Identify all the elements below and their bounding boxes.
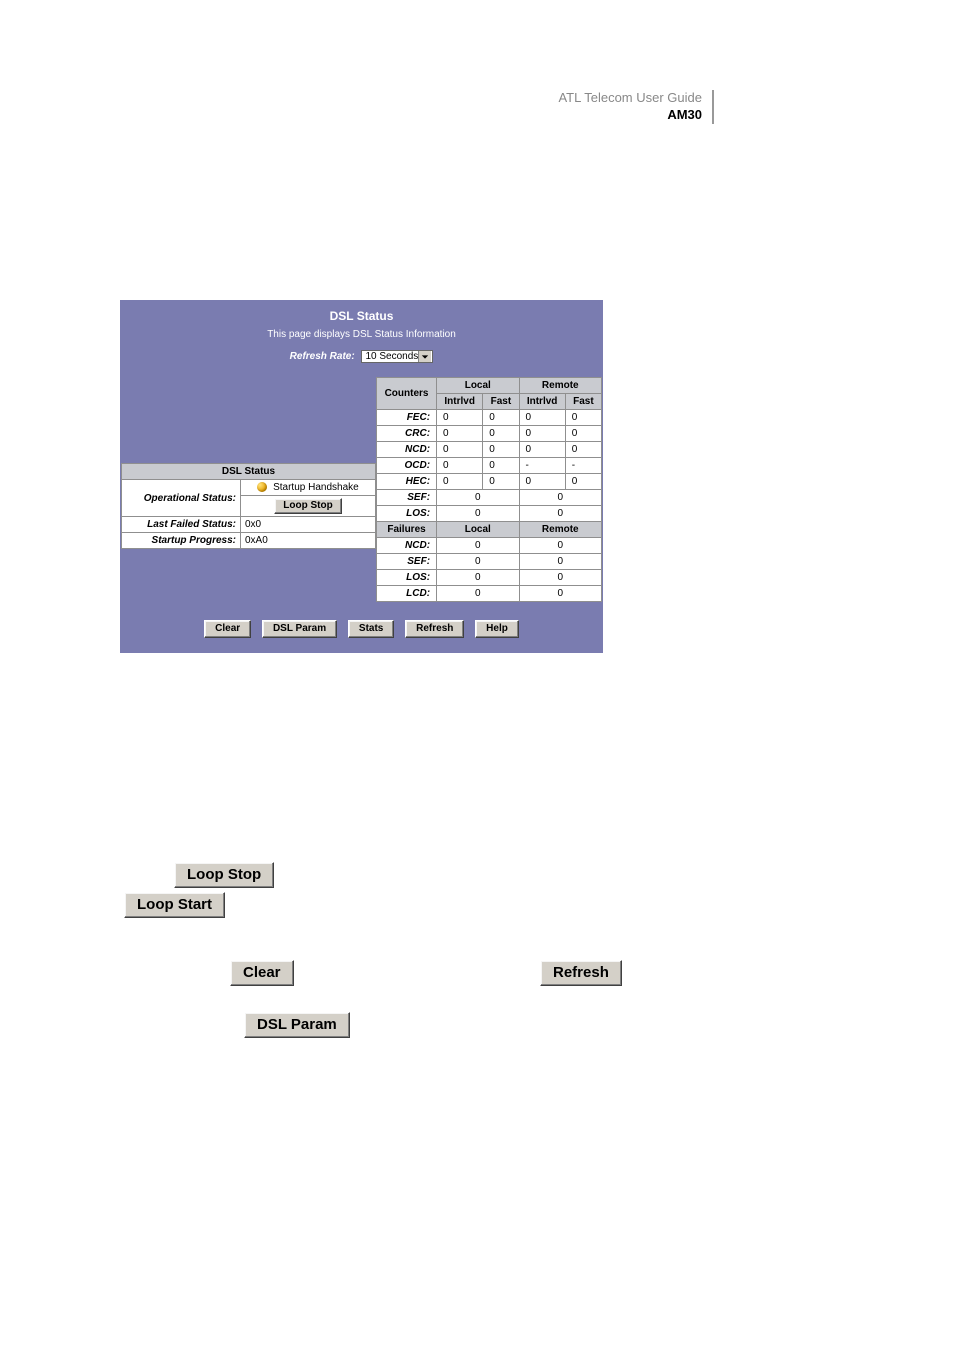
status-ball-icon (257, 482, 267, 492)
dsl-param-button-big[interactable]: DSL Param (244, 1012, 350, 1038)
refresh-rate-label: Refresh Rate: (290, 351, 355, 362)
counter-row: NCD:0000 (377, 442, 602, 458)
refresh-rate-select[interactable]: 10 Seconds (361, 350, 433, 363)
doc-header-line2: AM30 (558, 107, 702, 124)
failure-row: NCD:00 (377, 538, 602, 554)
clear-button-big[interactable]: Clear (230, 960, 294, 986)
loop-stop-button-inline[interactable]: Loop Stop (274, 498, 341, 514)
refresh-button-big[interactable]: Refresh (540, 960, 622, 986)
counters-local-intrlvd: Intrlvd (437, 394, 483, 410)
counters-header: Counters (377, 378, 437, 410)
help-button[interactable]: Help (475, 620, 519, 638)
panel-title: DSL Status (121, 301, 602, 329)
loop-stop-button[interactable]: Loop Stop (174, 862, 274, 888)
doc-header-line1: ATL Telecom User Guide (558, 90, 702, 107)
panel-button-row: Clear DSL Param Stats Refresh Help (121, 602, 602, 652)
clear-button[interactable]: Clear (204, 620, 251, 638)
startup-progress-value: 0xA0 (241, 533, 376, 549)
counter-row: OCD:00-- (377, 458, 602, 474)
dsl-status-table: DSL Status Operational Status: Startup H… (121, 463, 376, 549)
counter-row: CRC:0000 (377, 426, 602, 442)
refresh-rate-row: Refresh Rate: 10 Seconds (121, 350, 602, 377)
counters-remote-header: Remote (519, 378, 601, 394)
panel-desc: This page displays DSL Status Informatio… (121, 329, 602, 350)
counters-table: Counters Local Remote Intrlvd Fast Intrl… (376, 377, 602, 602)
stats-button[interactable]: Stats (348, 620, 394, 638)
startup-progress-label: Startup Progress: (122, 533, 241, 549)
doc-header: ATL Telecom User Guide AM30 (558, 90, 714, 124)
dsl-status-block: DSL Status Operational Status: Startup H… (121, 377, 376, 549)
dsl-status-panel: DSL Status This page displays DSL Status… (120, 300, 603, 653)
counters-remote-intrlvd: Intrlvd (519, 394, 565, 410)
loop-start-button[interactable]: Loop Start (124, 892, 225, 918)
counters-local-header: Local (437, 378, 519, 394)
refresh-rate-value: 10 Seconds (365, 351, 418, 362)
last-failed-label: Last Failed Status: (122, 517, 241, 533)
operational-status-text: Startup Handshake (273, 482, 359, 493)
counters-block: Counters Local Remote Intrlvd Fast Intrl… (376, 377, 602, 602)
last-failed-value: 0x0 (241, 517, 376, 533)
counter-row: SEF:00 (377, 490, 602, 506)
counters-remote-fast: Fast (565, 394, 601, 410)
failure-row: LOS:00 (377, 570, 602, 586)
failure-row: LCD:00 (377, 586, 602, 602)
dsl-status-header: DSL Status (122, 464, 376, 480)
dsl-param-button[interactable]: DSL Param (262, 620, 337, 638)
failures-remote-header: Remote (519, 522, 601, 538)
operational-status-label: Operational Status: (122, 480, 241, 517)
refresh-button[interactable]: Refresh (405, 620, 464, 638)
failures-header: Failures (377, 522, 437, 538)
counter-row: HEC:0000 (377, 474, 602, 490)
failures-local-header: Local (437, 522, 519, 538)
operational-status-value: Startup Handshake (241, 480, 376, 496)
counter-row: FEC:0000 (377, 410, 602, 426)
chevron-down-icon (418, 351, 431, 362)
counter-row: LOS:00 (377, 506, 602, 522)
counters-local-fast: Fast (483, 394, 519, 410)
failure-row: SEF:00 (377, 554, 602, 570)
